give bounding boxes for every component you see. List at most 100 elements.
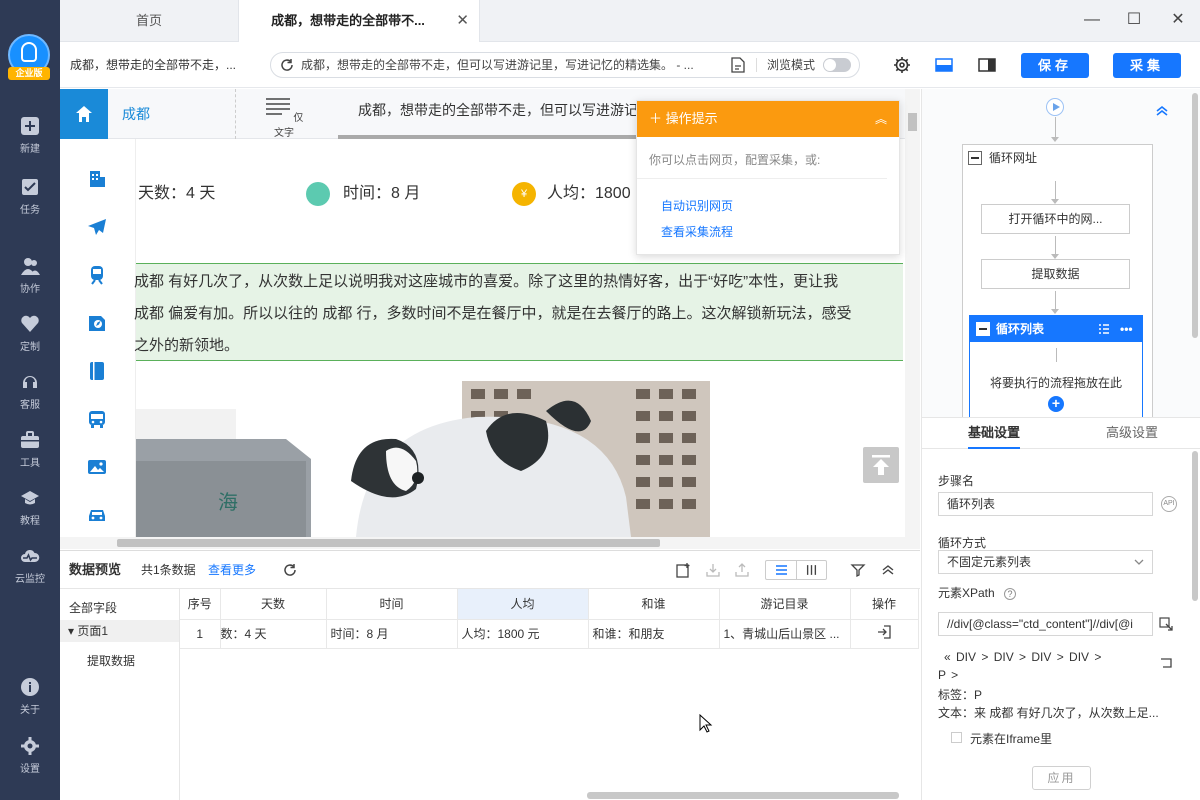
pick-element-icon[interactable]: [1159, 617, 1173, 631]
table-cell-action[interactable]: [850, 619, 919, 649]
chevron-double-up-icon[interactable]: [880, 562, 896, 578]
element-breadcrumb[interactable]: « DIV > DIV > DIV > DIV >: [944, 650, 1101, 664]
all-fields-item[interactable]: 全部字段: [69, 599, 117, 616]
city-link[interactable]: 成都: [122, 89, 150, 139]
export-icon[interactable]: [734, 562, 750, 578]
extract-data-node[interactable]: 提取数据: [981, 259, 1130, 289]
locate-element-icon[interactable]: [877, 625, 891, 639]
api-icon[interactable]: API: [1161, 496, 1177, 512]
view-flow-link[interactable]: 查看采集流程: [637, 219, 899, 245]
rail-item-custom[interactable]: 定制: [0, 314, 60, 366]
apply-button[interactable]: 应用: [1032, 766, 1091, 790]
airplane-icon[interactable]: [87, 217, 107, 237]
photo-icon[interactable]: [87, 457, 107, 477]
hotel-icon[interactable]: [87, 169, 107, 189]
auto-detect-link[interactable]: 自动识别网页: [637, 193, 899, 219]
text-only-button[interactable]: 仅文字: [260, 95, 308, 139]
layout-right-icon[interactable]: [978, 56, 996, 74]
view-more-link[interactable]: 查看更多: [208, 551, 256, 589]
column-header[interactable]: 和谁: [588, 589, 720, 620]
browse-mode-toggle[interactable]: [823, 58, 851, 72]
column-header[interactable]: 人均: [457, 589, 589, 620]
scroll-thumb[interactable]: [117, 539, 660, 547]
help-icon[interactable]: ?: [1004, 588, 1017, 600]
list-view-icon[interactable]: [766, 561, 796, 579]
open-loop-url-node[interactable]: 打开循环中的网...: [981, 204, 1130, 234]
more-options-icon[interactable]: •••: [1120, 316, 1133, 342]
add-field-icon[interactable]: [675, 562, 691, 578]
rail-item-task[interactable]: 任务: [0, 177, 60, 229]
add-step-icon[interactable]: +: [1048, 396, 1064, 412]
scroll-thumb[interactable]: [908, 113, 917, 131]
bus-icon[interactable]: [87, 409, 107, 429]
rail-item-about[interactable]: 关于: [0, 677, 60, 729]
minimize-button[interactable]: —: [1080, 8, 1104, 32]
page-horizontal-scrollbar[interactable]: [60, 537, 920, 549]
tab-home[interactable]: 首页: [60, 0, 238, 42]
flow-start-icon[interactable]: [1046, 98, 1064, 116]
flow-designer[interactable]: 循环网址 打开循环中的网... 提取数据 循环列表 ••• 将要执行的流程拖放在…: [922, 89, 1200, 417]
table-row[interactable]: 1 数：4 天 时间：8 月 人均：1800 元 和谁：和朋友 1、青城山后山景…: [180, 619, 919, 649]
chevron-up-icon[interactable]: ︽: [875, 101, 887, 137]
scroll-thumb[interactable]: [1192, 93, 1198, 338]
preview-horizontal-scrollbar[interactable]: [587, 792, 899, 799]
loop-list-block[interactable]: 循环列表 ••• 将要执行的流程拖放在此 +: [969, 315, 1143, 417]
extract-data-tree-item[interactable]: 提取数据: [87, 652, 135, 669]
tab-advanced-settings[interactable]: 高级设置: [1106, 418, 1158, 448]
column-header[interactable]: 序号: [180, 589, 221, 620]
refresh-icon[interactable]: [282, 562, 298, 578]
settings-gear-icon[interactable]: [893, 56, 911, 74]
article-photo[interactable]: 海: [136, 381, 746, 537]
import-icon[interactable]: [705, 562, 721, 578]
rail-item-tutorial[interactable]: 教程: [0, 488, 60, 540]
rail-item-service[interactable]: 客服: [0, 372, 60, 424]
rail-item-cloud[interactable]: 云监控: [0, 546, 60, 598]
column-header[interactable]: 时间: [326, 589, 458, 620]
home-button[interactable]: [60, 89, 108, 139]
tab-active[interactable]: 成都，想带走的全部带不... ✕: [238, 0, 480, 43]
collect-button[interactable]: 采集: [1113, 53, 1181, 78]
car-icon[interactable]: [87, 505, 107, 525]
page1-tree-item[interactable]: ▾ 页面1: [60, 620, 179, 642]
window-close-button[interactable]: ✕: [1166, 8, 1190, 32]
save-button[interactable]: 保存: [1021, 53, 1089, 78]
train-icon[interactable]: [87, 265, 107, 285]
rail-item-new[interactable]: 新建: [0, 116, 60, 168]
notebook-icon[interactable]: [87, 361, 107, 381]
column-header[interactable]: 操作: [850, 589, 919, 620]
scroll-thumb[interactable]: [1192, 451, 1198, 601]
guide-book-icon[interactable]: [87, 313, 107, 333]
filter-icon[interactable]: [850, 562, 866, 578]
return-icon[interactable]: [1160, 657, 1172, 669]
page-vertical-scrollbar[interactable]: [905, 89, 920, 537]
element-breadcrumb-2[interactable]: P >: [938, 668, 958, 682]
view-switch[interactable]: [765, 560, 827, 580]
chevron-double-up-icon[interactable]: [1154, 103, 1170, 119]
column-view-icon[interactable]: [796, 561, 826, 579]
loop-list-header[interactable]: 循环列表 •••: [970, 316, 1142, 342]
close-tab-icon[interactable]: ✕: [456, 0, 469, 42]
tip-header[interactable]: ＋ 操作提示 ︽: [637, 101, 899, 137]
xpath-input[interactable]: //div[@class="ctd_content"]//div[@i: [938, 612, 1153, 636]
maximize-button[interactable]: ☐: [1122, 8, 1146, 32]
loop-mode-select[interactable]: 不固定元素列表: [938, 550, 1153, 574]
document-icon[interactable]: [731, 57, 745, 73]
tab-basic-settings[interactable]: 基础设置: [968, 418, 1021, 449]
step-name-input[interactable]: 循环列表: [938, 492, 1153, 516]
url-bar[interactable]: 成都，想带走的全部带不走，但可以写进游记里，写进记忆的精选集。 - ... 浏览…: [270, 52, 860, 78]
rail-item-tools[interactable]: 工具: [0, 430, 60, 482]
app-logo[interactable]: 企业版: [8, 34, 50, 80]
iframe-checkbox[interactable]: [951, 732, 962, 743]
collapse-minus-icon[interactable]: [976, 322, 990, 336]
article-title[interactable]: 成都，想带走的全部带不走，但可以写进游记里: [338, 89, 668, 139]
rail-item-settings[interactable]: 设置: [0, 736, 60, 788]
column-header[interactable]: 游记目录: [719, 589, 851, 620]
refresh-icon[interactable]: [279, 57, 295, 73]
back-to-top-button[interactable]: [863, 447, 899, 483]
url-text[interactable]: 成都，想带走的全部带不走，但可以写进游记里，写进记忆的精选集。 - ...: [301, 53, 701, 77]
layout-bottom-icon[interactable]: [935, 56, 953, 74]
column-header[interactable]: 天数: [220, 589, 327, 620]
highlighted-paragraph[interactable]: 成都 有好几次了，从次数上足以说明我对这座城市的喜爱。除了这里的热情好客，出于“…: [134, 263, 903, 361]
rail-item-collab[interactable]: 协作: [0, 256, 60, 308]
panel-scrollbar[interactable]: [1190, 89, 1200, 800]
